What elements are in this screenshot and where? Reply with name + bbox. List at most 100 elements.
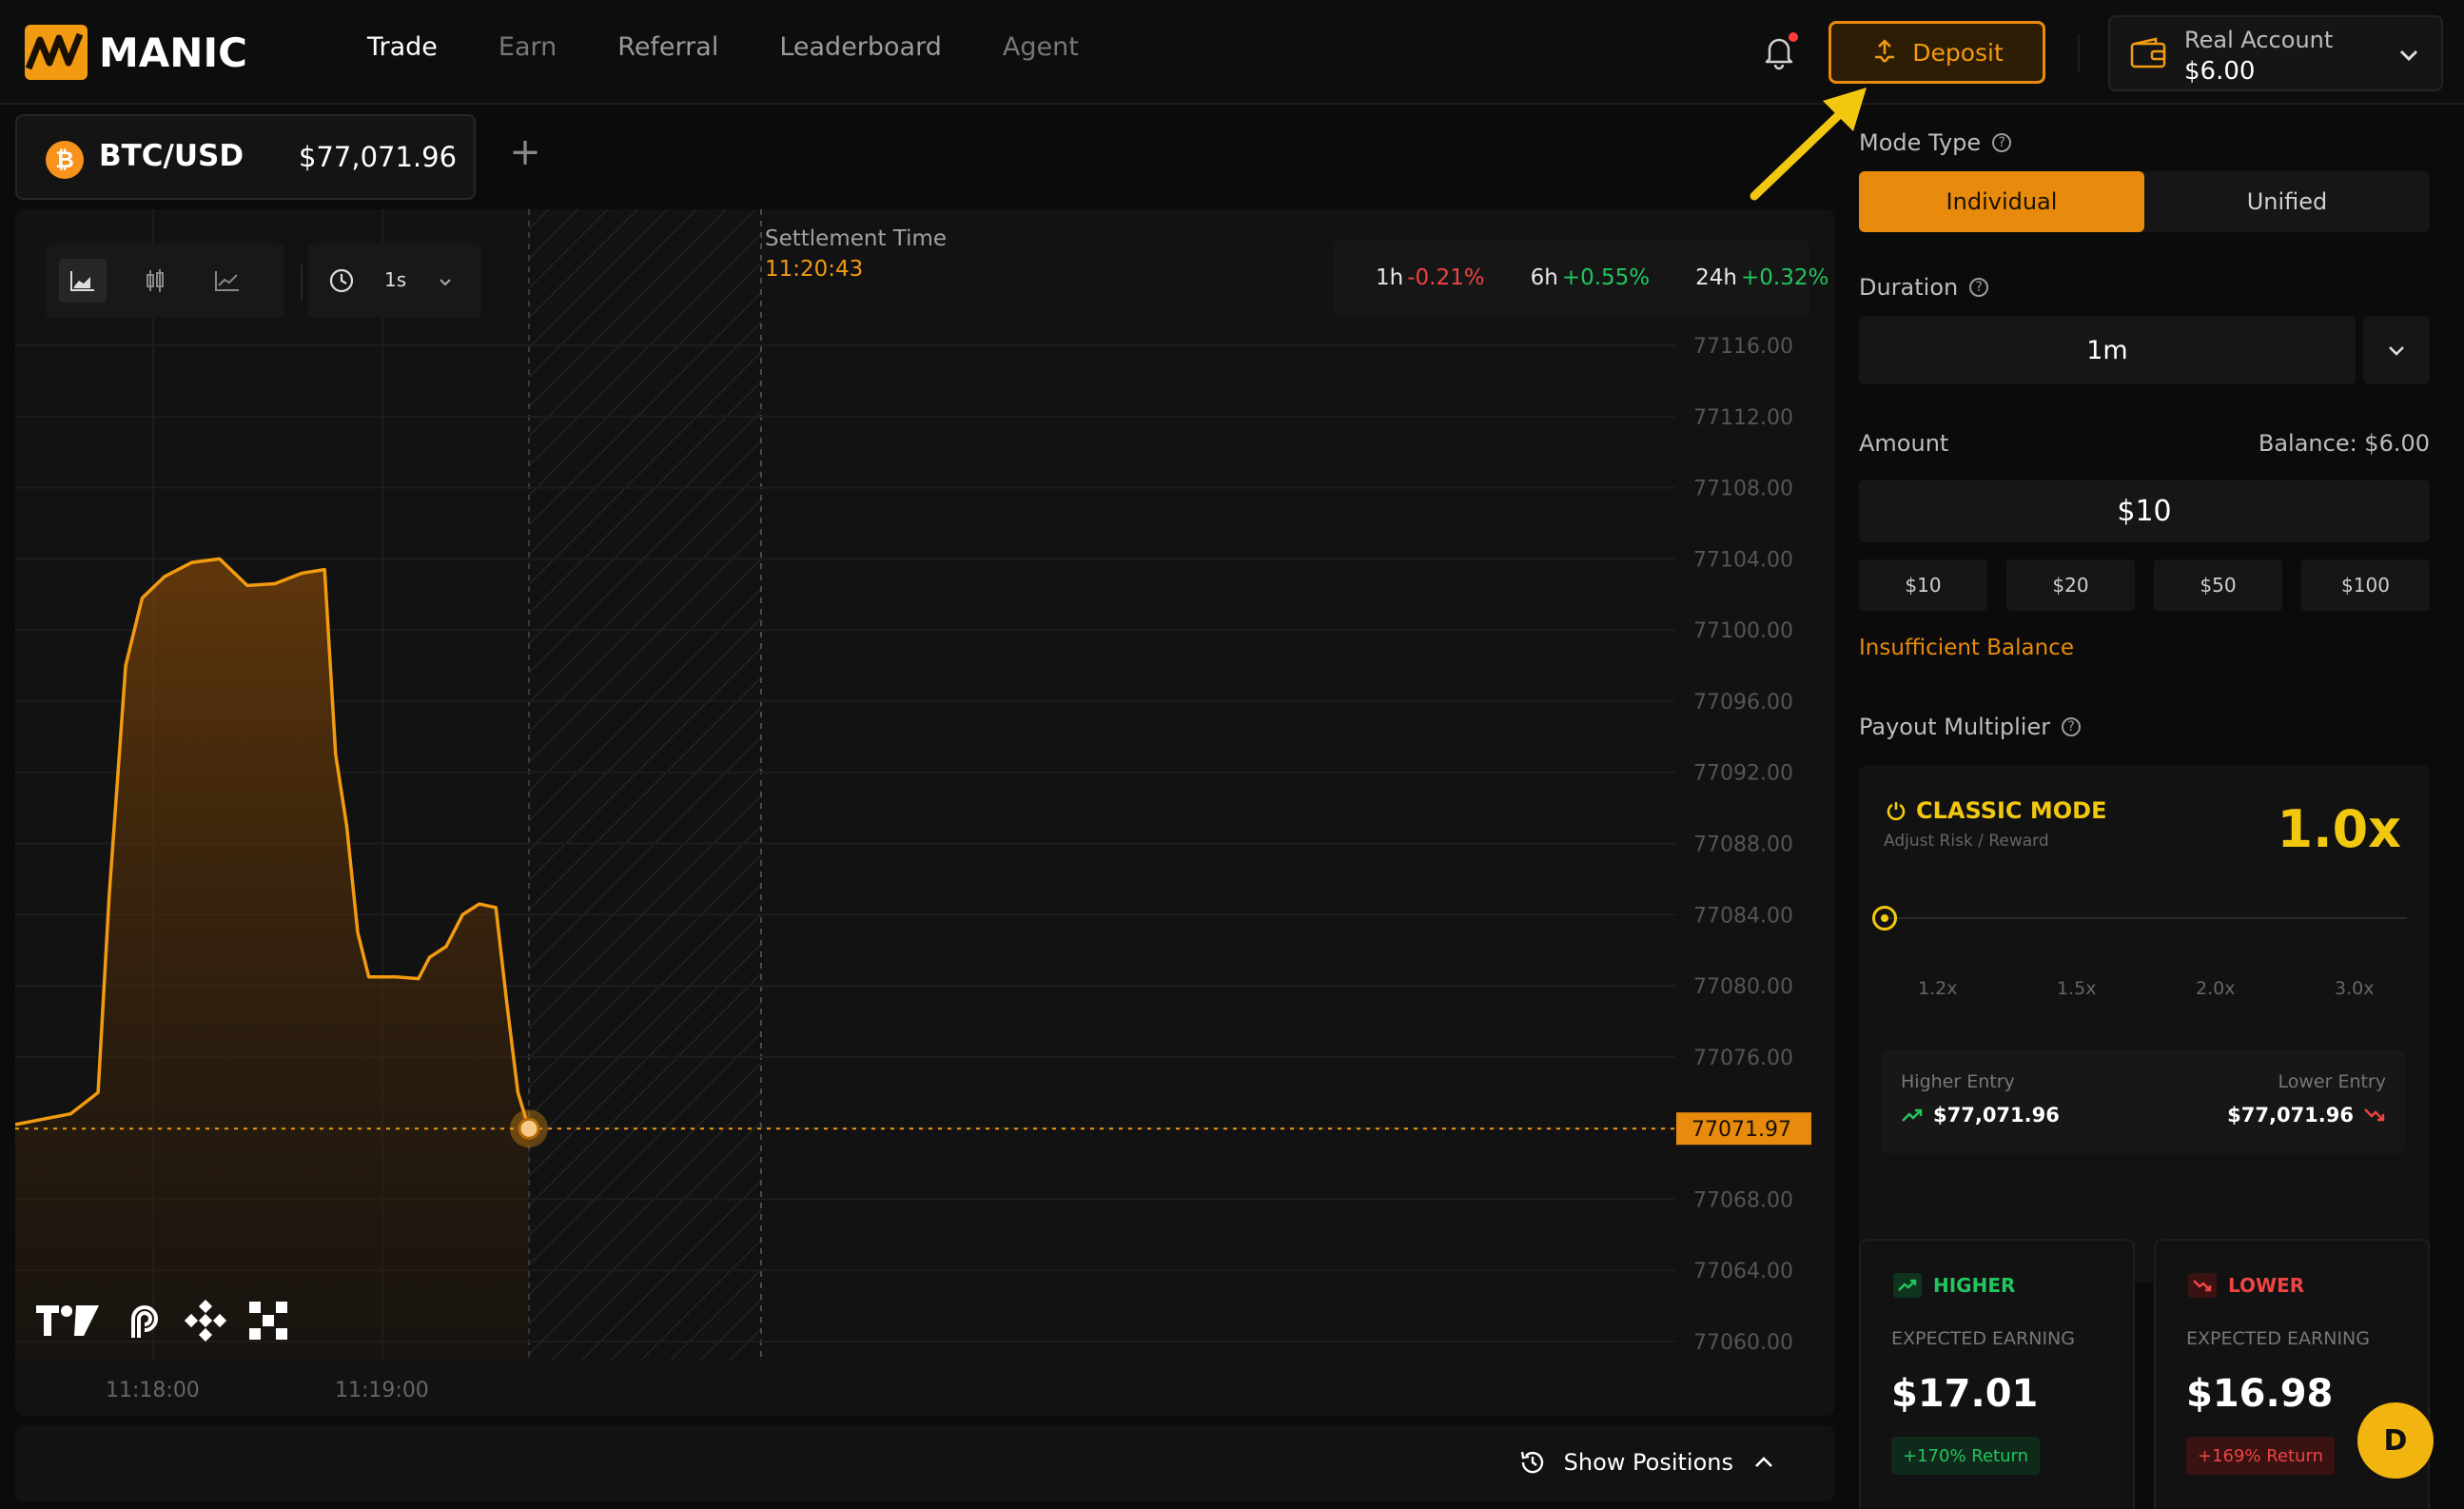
slider-tick-label[interactable]: 1.2x: [1918, 978, 1957, 999]
payout-multiplier-card: CLASSIC MODE Adjust Risk / Reward 1.0x 1…: [1859, 765, 2430, 1283]
balance-text: Balance: $6.00: [2258, 430, 2430, 457]
annotation-arrow-icon: [1750, 88, 1867, 201]
current-point: [518, 1117, 540, 1140]
help-icon[interactable]: ?: [2062, 717, 2082, 736]
pair-name: BTC/USD: [99, 139, 244, 173]
lower-title-row: LOWER: [2188, 1273, 2304, 1298]
slider-tick-label[interactable]: 1.5x: [2057, 978, 2096, 999]
lower-entry-value: $77,071.96: [2227, 1104, 2354, 1127]
interval-selector[interactable]: 1s: [308, 244, 481, 318]
interval-value: 1s: [384, 268, 407, 291]
y-tick-label: 77060.00: [1693, 1331, 1793, 1355]
help-icon[interactable]: ?: [1992, 133, 2012, 152]
change-24h-label: 24h: [1695, 265, 1737, 290]
lower-expected-earning: $16.98: [2186, 1372, 2334, 1416]
settlement-time-label: Settlement Time: [765, 226, 948, 251]
chevron-up-icon: [1755, 1457, 1772, 1467]
mode-type-toggle: Individual Unified: [1859, 171, 2430, 232]
chart-type-toolbar: [46, 244, 284, 318]
price-area-fill: [15, 559, 529, 1361]
quick-amount-10[interactable]: $10: [1859, 559, 1987, 611]
y-tick-label: 77116.00: [1693, 335, 1793, 359]
multiplier-slider-track[interactable]: [1884, 917, 2407, 919]
notification-bell-icon[interactable]: [1758, 30, 1800, 72]
y-tick-label: 77076.00: [1693, 1047, 1793, 1070]
add-tab-plus-icon[interactable]: +: [508, 133, 542, 171]
y-tick-label: 77112.00: [1693, 406, 1793, 430]
logo[interactable]: MANIC: [25, 23, 247, 82]
higher-expected-earning: $17.01: [1891, 1372, 2039, 1416]
tradingview-icon[interactable]: [34, 1302, 101, 1340]
nav-leaderboard[interactable]: Leaderboard: [779, 32, 942, 62]
positions-bar: Show Positions: [15, 1425, 1834, 1501]
trend-up-icon: [1893, 1273, 1922, 1298]
nav-trade[interactable]: Trade: [367, 32, 438, 62]
show-positions-button[interactable]: Show Positions: [1518, 1448, 1777, 1477]
slider-tick-label[interactable]: 2.0x: [2196, 978, 2235, 999]
duration-dropdown-button[interactable]: [2363, 316, 2430, 384]
quick-amount-50[interactable]: $50: [2154, 559, 2282, 611]
header-divider: [2078, 34, 2080, 72]
current-price-tag: 77071.97: [1692, 1118, 1791, 1142]
account-selector[interactable]: Real Account $6.00: [2108, 15, 2443, 91]
duration-label: Duration: [1859, 274, 1959, 301]
binance-icon[interactable]: [185, 1300, 226, 1342]
pair-price: $77,071.96: [299, 141, 458, 173]
chainlink-grid-icon[interactable]: [249, 1302, 287, 1340]
price-chart[interactable]: 77116.00 77112.00 77108.00 77104.00 77100.00…: [15, 209, 1834, 1416]
settlement-time-value: 11:20:43: [765, 257, 864, 282]
trade-panel: Mode Type ? Individual Unified Duration …: [1842, 107, 2464, 1509]
notification-dot: [1789, 32, 1798, 42]
duration-select[interactable]: 1m: [1859, 316, 2356, 384]
change-1h-value: -0.21%: [1407, 265, 1485, 290]
higher-card[interactable]: HIGHER EXPECTED EARNING $17.01 +170% Ret…: [1859, 1239, 2135, 1509]
mode-type-label-row: Mode Type ?: [1859, 129, 2012, 156]
pyth-icon[interactable]: [124, 1300, 162, 1342]
pair-tab-btc-usd[interactable]: ₿ BTC/USD $77,071.96: [15, 114, 476, 200]
y-tick-label: 77092.00: [1693, 762, 1793, 786]
y-tick-label: 77100.00: [1693, 619, 1793, 643]
chart-panel: 77116.00 77112.00 77108.00 77104.00 77100.00…: [15, 209, 1834, 1416]
entry-prices: Higher Entry Lower Entry $77,071.96 $77,…: [1882, 1050, 2405, 1153]
user-avatar[interactable]: D: [2357, 1402, 2434, 1479]
y-tick-label: 77108.00: [1693, 478, 1793, 501]
lower-return-badge: +169% Return: [2186, 1437, 2335, 1475]
higher-title: HIGHER: [1933, 1274, 2016, 1297]
mode-individual-button[interactable]: Individual: [1859, 171, 2144, 232]
candlestick-tool-icon[interactable]: [131, 259, 179, 303]
wallet-icon: [2130, 37, 2166, 69]
trend-down-icon: [2188, 1273, 2217, 1298]
help-icon[interactable]: ?: [1969, 278, 1989, 297]
y-tick-label: 77096.00: [1693, 691, 1793, 715]
area-chart-tool-icon[interactable]: [59, 259, 107, 303]
payout-multiplier-label: Payout Multiplier: [1859, 714, 2051, 740]
amount-label: Amount: [1859, 430, 1949, 457]
multiplier-value: 1.0x: [2277, 799, 2402, 859]
mode-unified-button[interactable]: Unified: [2144, 171, 2430, 232]
history-icon: [1520, 1451, 1543, 1474]
data-provider-icons: [34, 1300, 287, 1342]
nav-earn[interactable]: Earn: [499, 32, 557, 62]
lower-title: LOWER: [2228, 1274, 2305, 1297]
line-chart-tool-icon[interactable]: [204, 259, 251, 303]
nav-referral[interactable]: Referral: [617, 32, 718, 62]
insufficient-balance-warning: Insufficient Balance: [1859, 636, 2074, 660]
clock-icon: [329, 268, 354, 293]
slider-tick-label[interactable]: 3.0x: [2335, 978, 2374, 999]
chevron-down-icon: [2399, 49, 2418, 62]
lower-entry-value-row: $77,071.96: [2227, 1104, 2386, 1127]
amount-input[interactable]: $10: [1859, 480, 2430, 542]
chevron-down-icon: [440, 279, 451, 286]
price-change-summary: 1h -0.21% 6h +0.55% 24h +0.32%: [1334, 240, 1828, 316]
toolbar-separator: [301, 265, 303, 301]
nav-agent[interactable]: Agent: [1003, 32, 1079, 62]
multiplier-slider-handle[interactable]: [1872, 906, 1897, 931]
quick-amount-20[interactable]: $20: [2006, 559, 2135, 611]
deposit-button[interactable]: Deposit: [1828, 21, 2045, 84]
quick-amount-100[interactable]: $100: [2301, 559, 2430, 611]
higher-entry-value-row: $77,071.96: [1901, 1104, 2060, 1127]
quick-amount-row: $10 $20 $50 $100: [1859, 559, 2430, 611]
settlement-hatched-zone: [529, 209, 761, 1361]
lower-entry-label: Lower Entry: [2278, 1071, 2386, 1092]
higher-return-badge: +170% Return: [1891, 1437, 2040, 1475]
